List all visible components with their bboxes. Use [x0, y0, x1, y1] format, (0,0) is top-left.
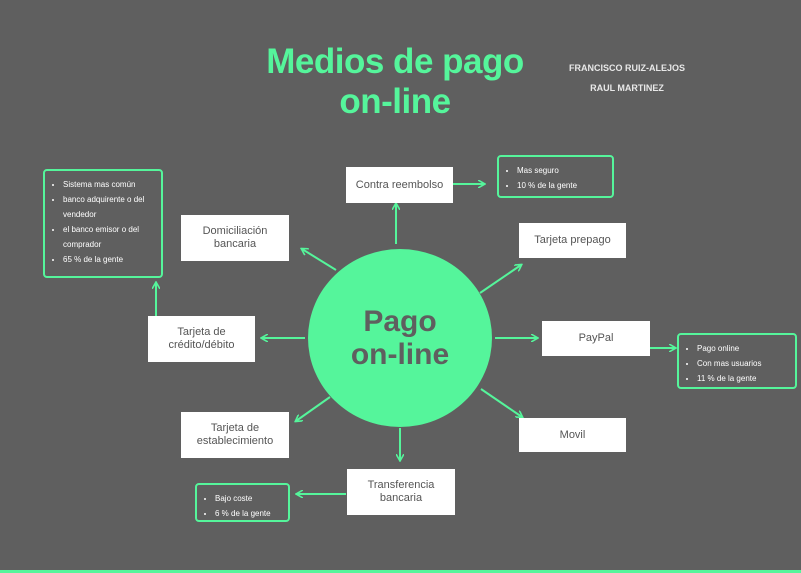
- arrow-to-domiciliacion: [302, 249, 337, 271]
- note-contra-reembolso: Mas seguro 10 % de la gente: [497, 155, 614, 198]
- note-transferencia: Bajo coste 6 % de la gente: [195, 483, 290, 522]
- hub-line-2: on-line: [350, 338, 450, 371]
- hub-line-1: Pago: [363, 305, 437, 338]
- note-paypal-item: Con mas usuarios: [697, 356, 791, 371]
- node-movil: Movil: [519, 418, 626, 452]
- author-2: RAUL MARTINEZ: [590, 83, 664, 93]
- node-tarjeta-prepago: Tarjeta prepago: [519, 223, 626, 258]
- node-paypal: PayPal: [542, 321, 650, 356]
- authors: FRANCISCO RUIZ-ALEJOS RAUL MARTINEZ: [556, 58, 698, 98]
- node-contra-reembolso: Contra reembolso: [346, 167, 453, 203]
- node-tarjeta-credito-label: Tarjeta de crédito/débito: [168, 326, 235, 351]
- note-tarjeta-credito-item: el banco emisor o del comprador: [63, 222, 157, 252]
- node-tarjeta-establecimiento: Tarjeta de establecimiento: [181, 412, 289, 458]
- node-movil-label: Movil: [559, 428, 586, 441]
- title-line-1: Medios de pago: [266, 42, 524, 81]
- note-tarjeta-credito-item: banco adquirente o del vendedor: [63, 192, 157, 222]
- node-transferencia: Transferencia bancaria: [347, 469, 455, 515]
- title-line-2: on-line: [339, 82, 451, 121]
- node-transferencia-label: Transferencia bancaria: [367, 479, 435, 504]
- node-tarjeta-credito: Tarjeta de crédito/débito: [148, 316, 255, 362]
- note-paypal-item: 11 % de la gente: [697, 371, 791, 386]
- note-contra-reembolso-item: Mas seguro: [517, 163, 608, 178]
- arrow-to-tarjeta-establecimiento: [296, 396, 331, 421]
- note-transferencia-item: Bajo coste: [215, 491, 284, 506]
- node-contra-reembolso-label: Contra reembolso: [355, 178, 444, 191]
- note-tarjeta-credito-item: Sistema mas común: [63, 177, 157, 192]
- arrow-to-tarjeta-prepago: [479, 265, 521, 294]
- note-paypal-item: Pago online: [697, 341, 791, 356]
- node-domiciliacion-label: Domiciliación bancaria: [202, 225, 268, 250]
- node-tarjeta-prepago-label: Tarjeta prepago: [534, 234, 611, 246]
- note-tarjeta-credito-item: 65 % de la gente: [63, 252, 157, 267]
- author-1: FRANCISCO RUIZ-ALEJOS: [568, 63, 685, 73]
- note-contra-reembolso-item: 10 % de la gente: [517, 178, 608, 193]
- central-hub: Pago on-line: [308, 249, 492, 427]
- node-domiciliacion: Domiciliación bancaria: [181, 215, 289, 261]
- arrow-to-movil: [480, 388, 522, 417]
- note-transferencia-item: 6 % de la gente: [215, 506, 284, 521]
- note-paypal: Pago online Con mas usuarios 11 % de la …: [677, 333, 797, 389]
- node-tarjeta-establecimiento-label: Tarjeta de establecimiento: [196, 422, 274, 447]
- node-paypal-label: PayPal: [578, 332, 614, 344]
- mind-map-canvas: Medios de pago on-line FRANCISCO RUIZ-AL…: [0, 0, 801, 573]
- page-title: Medios de pago on-line: [240, 42, 550, 122]
- note-tarjeta-credito: Sistema mas común banco adquirente o del…: [43, 169, 163, 278]
